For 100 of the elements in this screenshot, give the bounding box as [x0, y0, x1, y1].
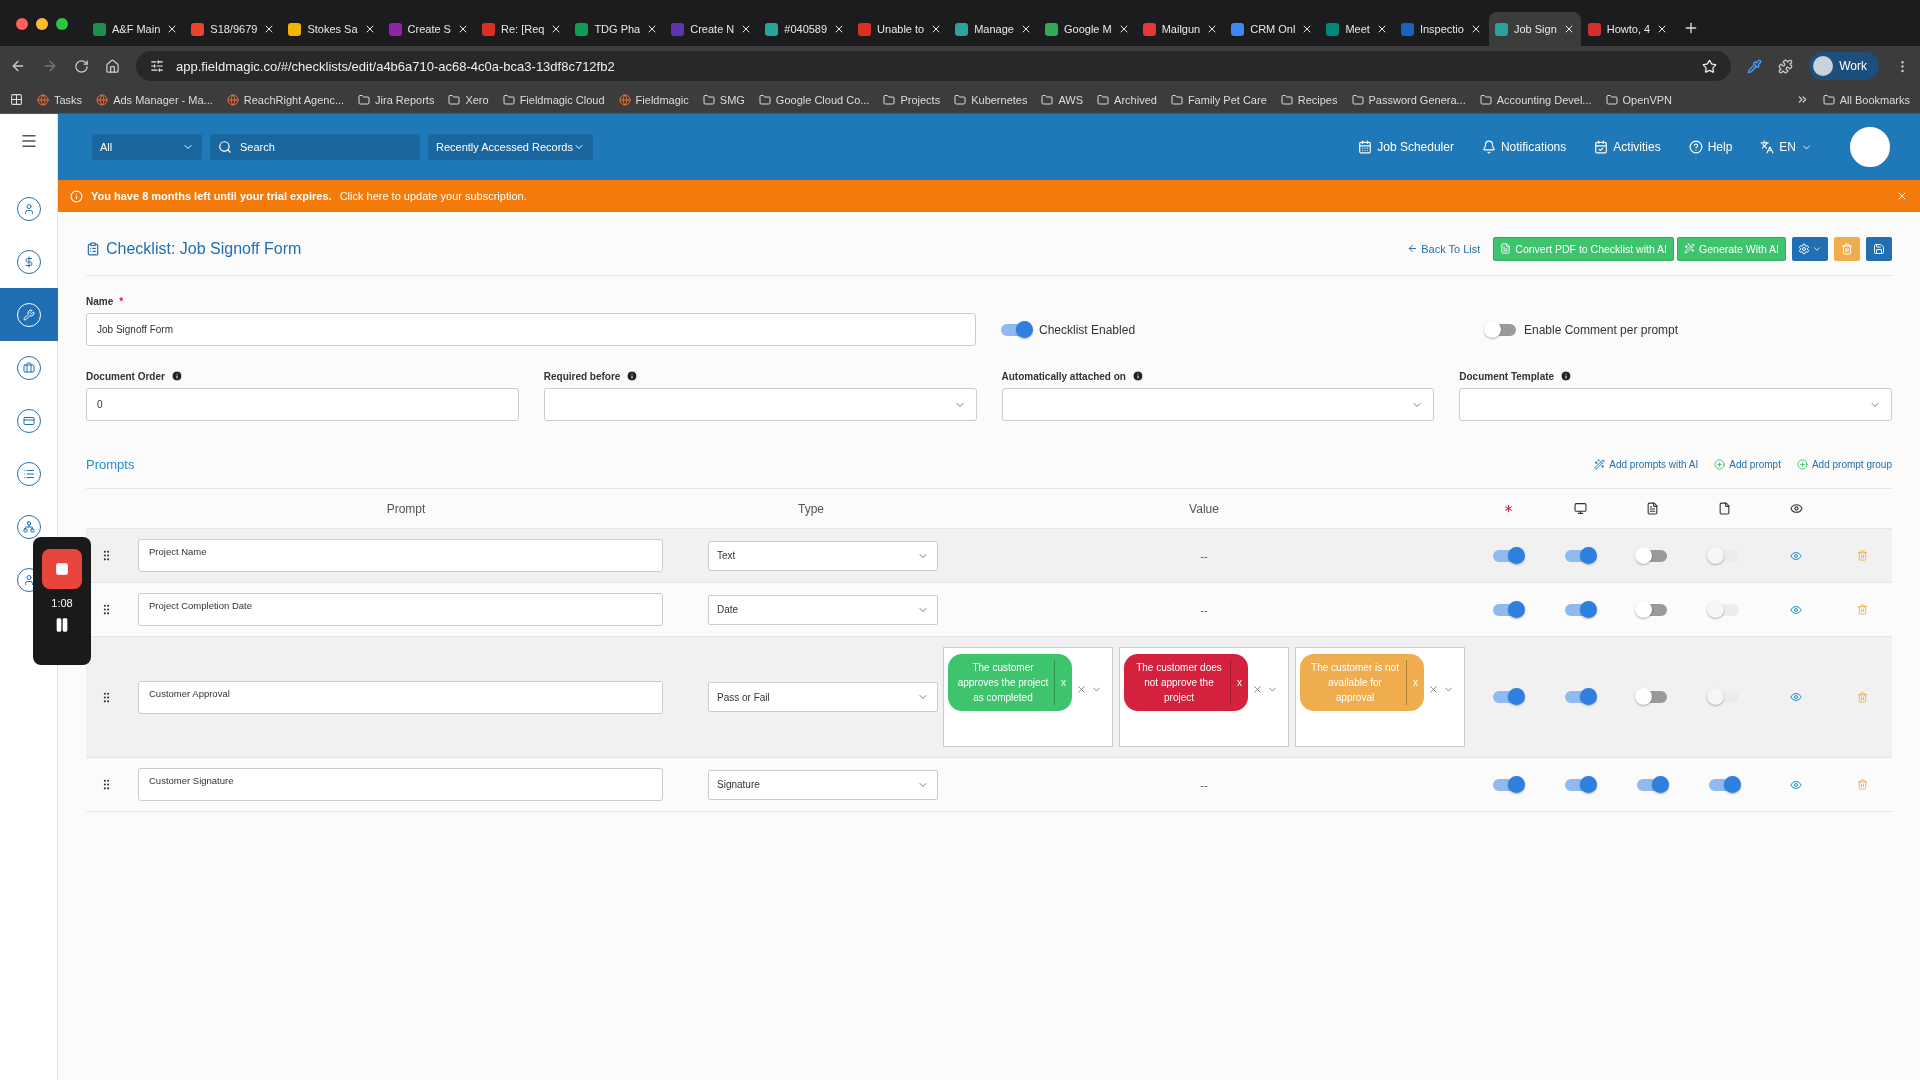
input-field[interactable]: 0 [86, 388, 519, 421]
settings-button[interactable] [1792, 236, 1828, 261]
bookmark[interactable]: SMG [702, 93, 745, 106]
browser-tab[interactable]: CRM Onl [1225, 12, 1320, 46]
type-select[interactable]: Date [708, 594, 938, 625]
browser-tab[interactable]: Inspectio [1394, 12, 1488, 46]
type-select[interactable]: Signature [708, 769, 938, 800]
prompt-input[interactable]: Customer Approval [138, 680, 663, 714]
bookmark[interactable]: Password Genera... [1351, 93, 1466, 106]
toggle-switch[interactable] [1001, 323, 1031, 336]
browser-tab[interactable]: Mailgun [1136, 12, 1225, 46]
add-link[interactable]: Add prompts with AI [1594, 459, 1699, 470]
toggle-switch[interactable] [1486, 323, 1516, 336]
browser-tab[interactable]: Create S [382, 12, 475, 46]
pause-icon[interactable] [54, 617, 70, 633]
nav-link[interactable]: Activities [1594, 140, 1661, 154]
clear-icon[interactable] [1428, 684, 1439, 695]
select-field[interactable] [1459, 388, 1892, 421]
remove-option[interactable]: x [1230, 660, 1248, 705]
toggle-switch[interactable] [1493, 691, 1523, 703]
bookmark[interactable]: OpenVPN [1605, 93, 1673, 106]
select-field[interactable] [543, 388, 977, 421]
browser-tab[interactable]: #040589 [759, 12, 852, 46]
bookmark[interactable]: All Bookmarks [1822, 93, 1910, 106]
reload-icon[interactable] [74, 58, 89, 74]
bookmark[interactable]: Family Pet Care [1170, 93, 1267, 106]
toggle-switch[interactable] [1565, 778, 1595, 791]
browser-tab[interactable]: TDG Pha [569, 12, 665, 46]
back-icon[interactable] [10, 58, 26, 74]
bookmark[interactable]: Tasks [37, 93, 83, 106]
select-field[interactable] [1001, 388, 1435, 421]
bookmark[interactable]: Accounting Devel... [1479, 93, 1592, 106]
prompt-input[interactable]: Project Completion Date [138, 593, 663, 626]
option-field[interactable]: The customer does not approve the project x [1119, 647, 1289, 747]
toggle-switch[interactable] [1493, 549, 1523, 562]
bookmark[interactable]: Jira Reports [358, 93, 435, 106]
bookmark[interactable]: AWS [1041, 93, 1084, 106]
bookmark[interactable]: Kubernetes [954, 93, 1028, 106]
extensions-icon[interactable] [1778, 58, 1794, 74]
apps-icon[interactable] [10, 93, 23, 106]
site-settings-icon[interactable] [150, 59, 164, 73]
bookmark[interactable]: Fieldmagic Cloud [502, 93, 605, 106]
toggle-switch[interactable] [1637, 691, 1667, 703]
toggle-switch[interactable] [1493, 603, 1523, 616]
toggle-switch[interactable] [1637, 603, 1667, 616]
back-link[interactable]: Back To List [1407, 242, 1481, 255]
add-link[interactable]: Add prompt [1714, 459, 1781, 470]
bookmark[interactable]: Fieldmagic [618, 93, 689, 106]
pipette-icon[interactable] [1747, 58, 1763, 74]
avatar-icon[interactable] [1850, 127, 1890, 167]
nav-link[interactable]: Help [1688, 140, 1733, 154]
scope-dropdown[interactable]: All [92, 134, 202, 160]
eye-icon[interactable] [1790, 691, 1802, 703]
star-icon[interactable] [1702, 58, 1718, 74]
browser-tab[interactable]: Howto, 4 [1581, 12, 1675, 46]
add-link[interactable]: Add prompt group [1796, 459, 1892, 470]
eye-icon[interactable] [1790, 778, 1802, 791]
browser-tab[interactable]: Unable to [852, 12, 949, 46]
bookmark[interactable]: Projects [883, 93, 941, 106]
nav-link[interactable]: Notifications [1481, 140, 1567, 154]
type-select[interactable]: Pass or Fail [708, 682, 938, 712]
prompt-input[interactable]: Project Name [138, 539, 663, 572]
save-button[interactable] [1866, 236, 1892, 261]
browser-tab[interactable]: Job Sign [1488, 12, 1581, 46]
browser-tab[interactable]: Meet [1320, 12, 1394, 46]
bookmark[interactable]: Xero [448, 93, 489, 106]
profile-button[interactable]: Work [1809, 52, 1879, 80]
browser-tab[interactable]: Stokes Sa [282, 12, 382, 46]
browser-tab[interactable]: A&F Main [87, 12, 185, 46]
name-input[interactable]: Job Signoff Form [86, 313, 976, 346]
toggle-switch[interactable] [1565, 603, 1595, 616]
forward-icon[interactable] [42, 58, 58, 74]
toggle-switch[interactable] [1565, 691, 1595, 703]
prompt-input[interactable]: Customer Signature [138, 768, 663, 801]
eye-icon[interactable] [1790, 549, 1802, 562]
toggle-switch[interactable] [1637, 778, 1667, 791]
toggle-switch[interactable] [1493, 778, 1523, 791]
bookmark[interactable]: Archived [1097, 93, 1157, 106]
bookmark[interactable]: Ads Manager - Ma... [96, 93, 213, 106]
address-bar[interactable]: app.fieldmagic.co/#/checklists/edit/a4b6a710-ac68-4c0a-bca3-13df8c712fb2 [136, 51, 1732, 81]
home-icon[interactable] [105, 58, 120, 74]
bookmark[interactable]: ReachRight Agenc... [226, 93, 345, 106]
toggle-switch[interactable] [1637, 549, 1667, 562]
clear-icon[interactable] [1252, 684, 1263, 695]
browser-tab[interactable]: Google M [1038, 12, 1136, 46]
browser-tab[interactable]: Create N [665, 12, 759, 46]
menu-icon[interactable] [19, 132, 38, 150]
toggle-switch[interactable] [1709, 778, 1739, 791]
nav-link[interactable]: Job Scheduler [1358, 140, 1454, 154]
bookmark[interactable]: Google Cloud Co... [758, 93, 870, 106]
browser-tab[interactable]: Manage [949, 12, 1038, 46]
browser-tab[interactable]: S18/9679 [185, 12, 282, 46]
eye-icon[interactable] [1790, 603, 1802, 616]
type-select[interactable]: Text [708, 540, 938, 571]
clear-icon[interactable] [1076, 684, 1087, 695]
toggle-switch[interactable] [1565, 549, 1595, 562]
search-field[interactable]: Search [210, 134, 420, 160]
browser-tab[interactable]: Re: [Req [475, 12, 569, 46]
bookmark[interactable]: Recipes [1280, 93, 1338, 106]
stop-button[interactable] [42, 549, 82, 589]
